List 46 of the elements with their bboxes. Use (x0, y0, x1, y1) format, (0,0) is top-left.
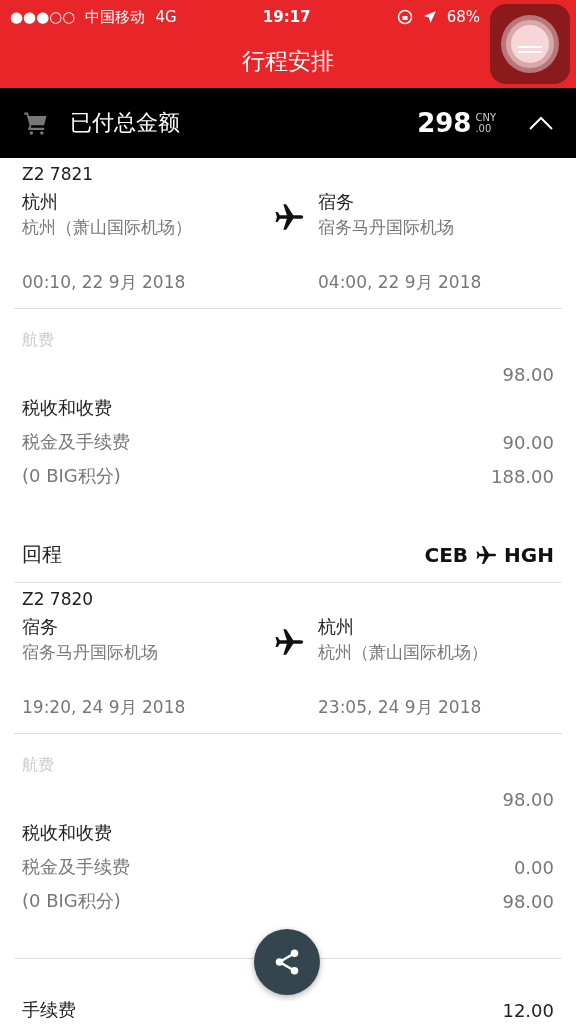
departure-airport: 杭州（萧山国际机场） (22, 216, 193, 239)
flight-number: Z2 7821 (22, 164, 95, 184)
tax-amount: 0.00 (513, 856, 554, 878)
carrier-name: 中国移动 (85, 7, 146, 27)
clock: 19:17 (262, 8, 311, 26)
share-button[interactable] (254, 929, 320, 995)
points-label: (0 BIG积分) (22, 464, 121, 488)
taxes-title: 税收和收费 (22, 821, 112, 845)
collapse-chevron-icon[interactable] (528, 115, 554, 131)
arrival-time: 04:00, 22 9月 2018 (318, 271, 483, 294)
currency-code: CNY (475, 112, 496, 123)
destination-code: HGH (504, 542, 554, 567)
service-fee-label: 手续费 (22, 998, 76, 1022)
arrival-city: 宿务 (318, 190, 355, 214)
departure-time: 19:20, 24 9月 2018 (22, 696, 187, 719)
rotation-lock-icon (396, 9, 413, 25)
taxes-title: 税收和收费 (22, 396, 112, 420)
leg-title: 回程 (22, 541, 62, 568)
departure-city: 宿务 (22, 615, 59, 639)
tax-label: 税金及手续费 (22, 430, 130, 454)
flight-number: Z2 7820 (22, 589, 95, 609)
fare-amount: 98.00 (502, 788, 554, 810)
network-type: 4G (155, 8, 177, 26)
arrival-airport: 宿务马丹国际机场 (318, 216, 455, 239)
total-paid-label: 已付总金额 (70, 109, 181, 137)
assistive-touch-button[interactable] (490, 4, 570, 84)
battery-percentage: 68% (446, 8, 480, 26)
fare-amount: 98.00 (502, 363, 554, 385)
leg-total: 98.00 (502, 890, 554, 912)
location-arrow-icon (422, 10, 437, 24)
tax-label: 税金及手续费 (22, 855, 130, 879)
total-amount: 298 (417, 108, 472, 138)
departure-airport: 宿务马丹国际机场 (22, 641, 159, 664)
tax-amount: 90.00 (502, 431, 554, 453)
arrival-time: 23:05, 24 9月 2018 (318, 696, 483, 719)
service-fee-amount: 12.00 (502, 999, 554, 1021)
leg-total: 188.00 (491, 465, 554, 487)
departure-city: 杭州 (22, 190, 59, 214)
origin-code: CEB (424, 542, 469, 567)
page-title: 行程安排 (242, 46, 334, 76)
departure-time: 00:10, 22 9月 2018 (22, 271, 187, 294)
amount-cents: .00 (475, 123, 493, 134)
points-label: (0 BIG积分) (22, 889, 121, 913)
arrival-city: 杭州 (318, 615, 355, 639)
arrival-airport: 杭州（萧山国际机场） (318, 641, 489, 664)
signal-strength: ●●●○○ (10, 8, 76, 26)
